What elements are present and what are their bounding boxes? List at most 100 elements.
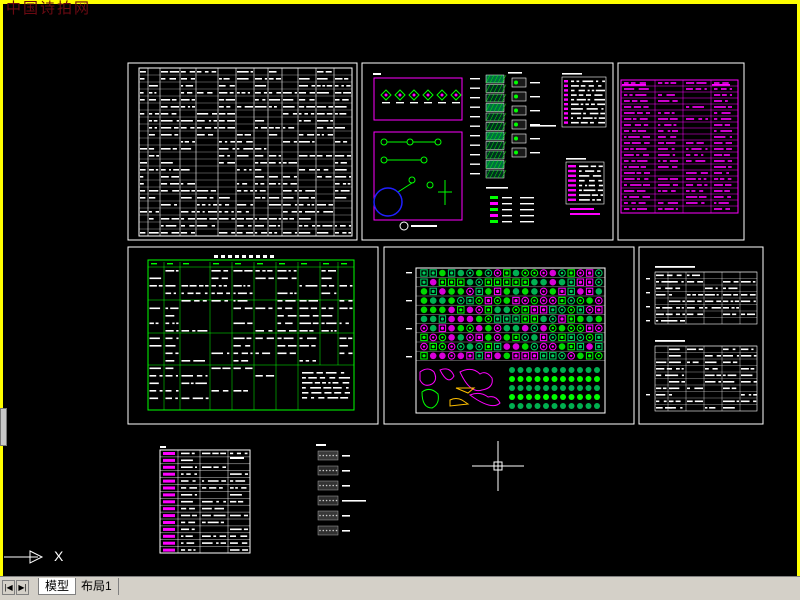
cell-text — [202, 487, 207, 489]
hatch-swatch — [317, 495, 339, 506]
cell-text — [244, 452, 248, 455]
cell-text — [255, 218, 258, 220]
plant-symbol — [512, 288, 520, 295]
note-text — [338, 377, 350, 379]
list-text — [571, 103, 579, 106]
hatch-dot — [335, 514, 338, 517]
cell-text — [344, 78, 349, 80]
cell-text — [317, 106, 327, 108]
cell-text — [304, 225, 309, 227]
cell-text — [306, 106, 315, 108]
ground-cover-symbol — [551, 394, 558, 400]
drawing-canvas[interactable] — [0, 0, 800, 576]
cell-text — [250, 190, 253, 192]
magenta-text — [633, 106, 642, 108]
list-symbol — [564, 103, 568, 106]
magenta-text — [672, 100, 678, 102]
cell-text — [299, 225, 303, 227]
cell-text — [171, 232, 179, 234]
cell-text — [675, 400, 681, 403]
green-cell-text — [299, 300, 307, 302]
cell-text — [211, 225, 215, 227]
magenta-text — [714, 184, 723, 186]
tab-layout1[interactable]: 布局1 — [75, 578, 119, 595]
cell-text — [156, 155, 159, 157]
cell-text — [711, 307, 721, 309]
plant-symbol — [549, 288, 557, 295]
magenta-text — [635, 94, 647, 96]
cell-text — [219, 162, 224, 164]
green-cell-text — [149, 307, 161, 310]
cell-text — [317, 169, 320, 171]
plant-symbol — [503, 288, 511, 295]
plant-symbol — [439, 269, 446, 277]
plant-symbol-center — [560, 308, 564, 311]
list2-text — [598, 165, 603, 168]
plant-symbol — [485, 324, 492, 332]
cell-text — [335, 99, 340, 101]
cell-text — [687, 294, 691, 296]
hatch-dot — [329, 484, 331, 487]
cell-text — [680, 320, 685, 322]
material-label — [530, 152, 540, 154]
cell-text — [293, 176, 297, 178]
magenta-text — [624, 106, 632, 108]
hatch-dot — [325, 484, 328, 487]
cell-text — [224, 211, 229, 213]
green-cell-text — [211, 292, 215, 295]
magenta-text — [721, 88, 727, 90]
green-cell-text — [277, 277, 288, 280]
ground-cover-symbol — [551, 403, 558, 409]
note-text — [310, 387, 321, 389]
magenta-note — [570, 208, 594, 210]
ground-cover-symbol — [526, 403, 532, 409]
cell-text — [294, 190, 297, 192]
plant-symbol-center — [570, 299, 573, 302]
green-cell-text — [216, 292, 223, 295]
magenta-text — [658, 100, 670, 102]
plant-symbol — [549, 278, 557, 286]
cell-text — [181, 507, 187, 510]
title-char — [249, 255, 253, 258]
plant-symbol-center — [441, 345, 444, 348]
cell-text — [705, 307, 708, 309]
legend-swatch — [490, 220, 498, 223]
cell-text — [335, 162, 339, 164]
cell-text — [235, 487, 238, 489]
tab-model[interactable]: 模型 — [38, 578, 77, 595]
green-cell-text — [165, 375, 173, 377]
cell-text — [231, 218, 235, 220]
hatch-dot — [319, 484, 321, 487]
cell-text — [191, 211, 195, 213]
cell-text — [317, 232, 329, 234]
green-cell-text — [175, 375, 178, 377]
green-head-text — [235, 263, 241, 265]
blue-circle-symbol — [373, 187, 403, 217]
cell-text — [230, 487, 234, 489]
ground-cover-symbol — [509, 376, 515, 382]
scroll-handle[interactable] — [0, 408, 7, 446]
magenta-text — [658, 124, 661, 126]
hatch-label — [470, 173, 480, 175]
last-tab-button[interactable]: ▶| — [16, 580, 29, 595]
cell-text — [219, 232, 228, 234]
cell-text — [213, 466, 219, 468]
magenta-text — [624, 160, 629, 162]
plant-symbol-center — [450, 345, 453, 348]
plant-symbol-center — [533, 327, 536, 330]
tree-center-dot — [454, 93, 458, 97]
first-tab-button[interactable]: |◀ — [2, 580, 15, 595]
list-symbol — [564, 112, 568, 115]
magenta-text — [725, 142, 732, 144]
cell-text — [140, 183, 144, 185]
cell-text — [656, 287, 661, 290]
cell-text — [219, 211, 222, 213]
cell-text — [219, 99, 225, 101]
cell-text — [305, 190, 315, 192]
cell-text — [299, 106, 305, 108]
note-text — [333, 387, 342, 389]
title-char — [263, 255, 267, 258]
ground-cover-symbol — [526, 385, 532, 391]
cell-text — [248, 225, 252, 227]
cell-text — [335, 232, 339, 234]
